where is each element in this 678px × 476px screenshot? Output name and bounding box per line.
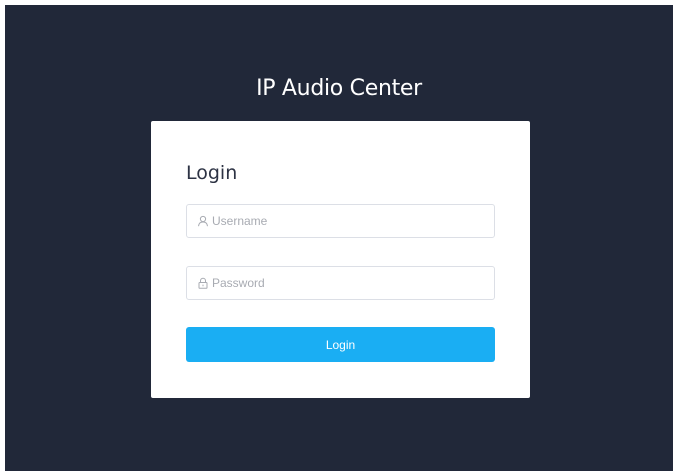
login-screen: IP Audio Center Login Login: [5, 5, 673, 471]
lock-icon: [198, 277, 208, 289]
login-card: Login Login: [151, 121, 530, 398]
user-icon: [198, 215, 208, 227]
password-input[interactable]: [212, 267, 482, 299]
login-heading: Login: [186, 162, 238, 184]
app-title: IP Audio Center: [256, 76, 422, 101]
username-field-wrapper[interactable]: [186, 204, 495, 238]
username-input[interactable]: [212, 205, 482, 237]
login-button[interactable]: Login: [186, 327, 495, 362]
password-field-wrapper[interactable]: [186, 266, 495, 300]
